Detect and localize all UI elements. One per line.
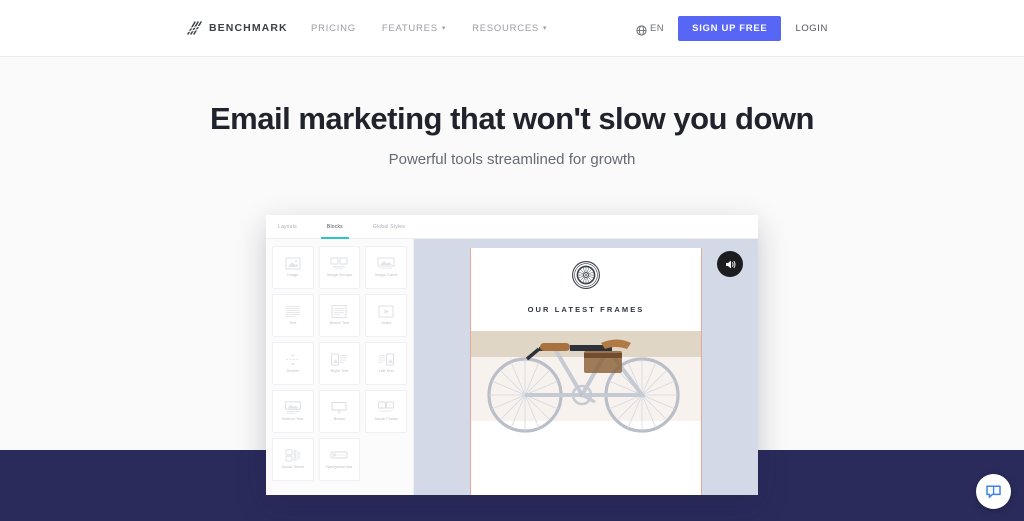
bicycle-wheel-emblem-icon [571, 260, 601, 290]
chat-bubble-icon [985, 483, 1002, 500]
nav-item-label: RESOURCES [472, 22, 540, 34]
nav-item-resources[interactable]: RESOURCES ▾ [472, 23, 547, 34]
block-video[interactable]: Video [365, 294, 407, 337]
block-label: Right Text [330, 369, 349, 374]
block-label: Bottom Text [282, 417, 304, 422]
block-label: Text [289, 321, 297, 326]
block-label: Left Text [378, 369, 394, 374]
tab-label: Layouts [278, 223, 297, 230]
editor-body: Image Image Groups Image Cards Text Boxe… [266, 239, 758, 495]
video-block-icon [376, 305, 396, 318]
white-bicycle-photo [477, 325, 697, 443]
page-title: Email marketing that won't slow you down [210, 101, 814, 136]
block-right-text[interactable]: Right Text [318, 342, 361, 385]
email-hero-image [471, 325, 701, 460]
email-canvas[interactable]: OUR LATEST FRAMES [414, 239, 758, 495]
block-label: Image Groups [326, 273, 353, 278]
hero-section: Email marketing that won't slow you down… [0, 57, 1024, 168]
site-header: BENCHMARK PRICING FEATURES ▾ RESOURCES ▾ [0, 0, 1024, 57]
brand-name: BENCHMARK [209, 22, 288, 34]
tab-layouts[interactable]: Layouts [278, 215, 297, 239]
email-heading: OUR LATEST FRAMES [527, 305, 645, 314]
block-label: Button [333, 417, 346, 422]
nav-item-label: FEATURES [381, 22, 438, 34]
main-nav: PRICING FEATURES ▾ RESOURCES ▾ [311, 23, 547, 34]
brand-logo[interactable]: BENCHMARK [185, 20, 288, 37]
bottom-text-block-icon [283, 401, 303, 414]
block-social-share[interactable]: Social Share [272, 438, 314, 481]
block-left-text[interactable]: Left Text [365, 342, 407, 385]
svg-text:t: t [390, 403, 392, 408]
social-follow-block-icon: f t [376, 401, 396, 414]
block-image-cards[interactable]: Image Cards [365, 246, 407, 289]
email-header: OUR LATEST FRAMES [471, 248, 701, 314]
block-label: Social Follow [374, 417, 398, 422]
block-bottom-text[interactable]: Bottom Text [272, 390, 314, 433]
nav-item-label: PRICING [311, 22, 356, 34]
image-groups-block-icon [329, 257, 349, 270]
language-selector[interactable]: EN [636, 22, 665, 36]
block-label: Social Share [281, 465, 305, 470]
divider-block-icon [283, 353, 303, 366]
block-boxed-text[interactable]: Boxed Text [318, 294, 361, 337]
block-label: Video [381, 321, 392, 326]
block-image[interactable]: Image [272, 246, 314, 289]
benchmark-slash-logo-icon [185, 20, 202, 37]
text-block-icon [283, 305, 303, 318]
block-text[interactable]: Text [272, 294, 314, 337]
image-cards-block-icon [376, 257, 396, 270]
tab-label: Global Styles [372, 223, 405, 230]
signup-free-button[interactable]: SIGN UP FREE [678, 15, 782, 41]
social-share-block-icon [283, 449, 303, 462]
globe-icon [636, 23, 647, 36]
block-label: Divider [286, 369, 300, 374]
tab-global-styles[interactable]: Global Styles [373, 215, 405, 239]
block-label: Navigation Bar [326, 465, 353, 470]
header-actions: EN SIGN UP FREE LOGIN [636, 15, 828, 41]
boxed-text-block-icon [329, 305, 349, 318]
page-subtitle: Powerful tools streamlined for growth [388, 151, 636, 168]
editor-tabs: Layouts Blocks Global Styles [266, 215, 758, 239]
block-navigation-bar[interactable]: Navigation Bar [318, 438, 361, 481]
block-label: Image Cards [374, 273, 398, 278]
left-text-block-icon [376, 353, 396, 366]
svg-text:f: f [382, 403, 384, 408]
block-button[interactable]: Button [318, 390, 361, 433]
email-preview[interactable]: OUR LATEST FRAMES [470, 248, 702, 495]
chevron-down-icon: ▾ [441, 24, 447, 32]
volume-speaker-icon [724, 258, 737, 271]
block-label: Boxed Text [329, 321, 350, 326]
nav-item-pricing[interactable]: PRICING [311, 23, 356, 34]
tab-label: Blocks [326, 223, 343, 230]
tab-blocks[interactable]: Blocks [320, 215, 349, 239]
blocks-panel: Image Image Groups Image Cards Text Boxe… [266, 239, 414, 495]
landing-page: BENCHMARK PRICING FEATURES ▾ RESOURCES ▾ [0, 0, 1024, 521]
button-block-icon [329, 401, 349, 414]
chevron-down-icon: ▾ [543, 24, 548, 32]
language-label: EN [649, 22, 665, 34]
block-divider[interactable]: Divider [272, 342, 314, 385]
block-image-groups[interactable]: Image Groups [318, 246, 361, 289]
block-label: Image [287, 273, 299, 278]
image-block-icon [283, 257, 303, 270]
audio-toggle-button[interactable] [717, 251, 743, 277]
nav-item-features[interactable]: FEATURES ▾ [382, 23, 446, 34]
block-social-follow[interactable]: f t Social Follow [365, 390, 407, 433]
right-text-block-icon [329, 353, 349, 366]
navigation-bar-block-icon [329, 449, 349, 462]
product-screenshot: Layouts Blocks Global Styles Image Image… [266, 215, 758, 495]
chat-widget-button[interactable] [976, 474, 1011, 509]
login-link[interactable]: LOGIN [795, 23, 828, 34]
